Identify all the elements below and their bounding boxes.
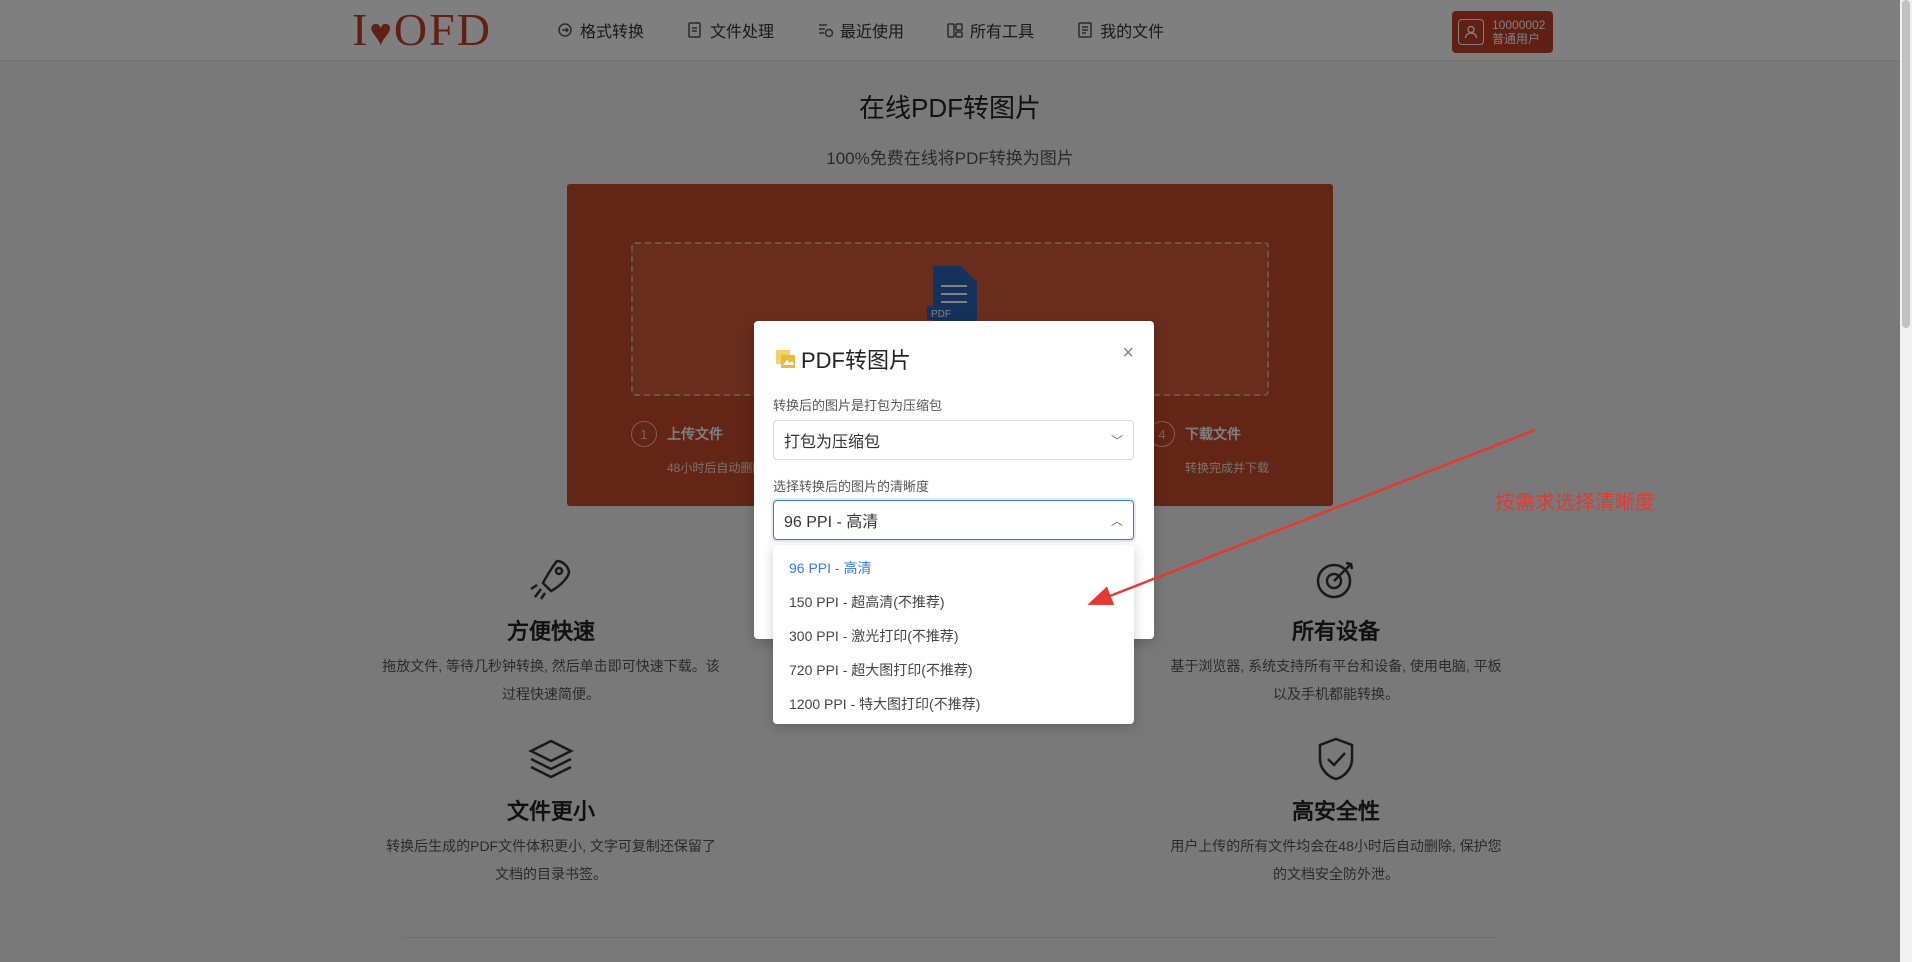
annotation-text: 按需求选择清晰度 [1495, 492, 1655, 514]
annotation-arrow [1087, 428, 1536, 606]
